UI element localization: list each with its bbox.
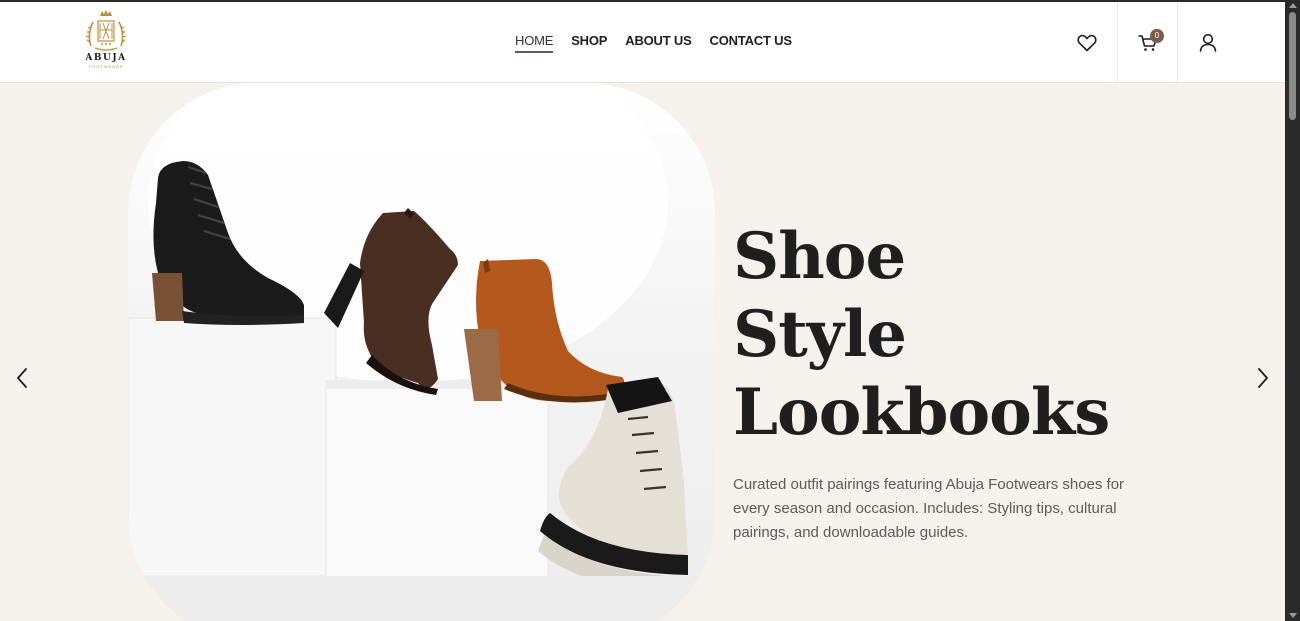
brand-logo[interactable]: ABUJA FOOTWEARS bbox=[76, 8, 136, 76]
scroll-thumb[interactable] bbox=[1289, 12, 1296, 120]
brand-tagline: FOOTWEARS bbox=[88, 64, 124, 69]
site-header: ABUJA FOOTWEARS HOME SHOP ABOUT US CONTA… bbox=[0, 2, 1285, 83]
hero-title-line: Style bbox=[733, 297, 907, 372]
hero-description: Curated outfit pairings featuring Abuja … bbox=[733, 476, 1125, 541]
scroll-down-arrow[interactable] bbox=[1289, 613, 1297, 618]
slider-prev-button[interactable] bbox=[10, 366, 34, 390]
header-actions: 0 bbox=[1057, 2, 1285, 83]
hero-title-line: Shoe bbox=[733, 219, 906, 294]
nav-item-shop[interactable]: SHOP bbox=[571, 33, 607, 53]
chevron-right-icon bbox=[1258, 368, 1268, 388]
main-nav: HOME SHOP ABOUT US CONTACT US bbox=[515, 33, 792, 53]
nav-item-about-us[interactable]: ABOUT US bbox=[625, 33, 691, 53]
heart-icon bbox=[1077, 34, 1097, 51]
hero-image-boots bbox=[128, 83, 715, 621]
account-button[interactable] bbox=[1177, 2, 1237, 83]
chevron-left-icon bbox=[17, 368, 27, 388]
brand-name: ABUJA bbox=[85, 53, 127, 63]
hero-title-line: Lookbooks bbox=[733, 375, 1110, 450]
slider-next-button[interactable] bbox=[1251, 366, 1275, 390]
logo-crest-icon bbox=[85, 10, 127, 51]
cream-boot bbox=[538, 377, 688, 593]
page: ABUJA FOOTWEARS HOME SHOP ABOUT US CONTA… bbox=[0, 0, 1285, 621]
scroll-up-arrow[interactable] bbox=[1289, 3, 1297, 8]
nav-item-home[interactable]: HOME bbox=[515, 33, 553, 53]
hero-slider: Shoe Style Lookbooks Curated outfit pair… bbox=[0, 83, 1285, 621]
user-icon bbox=[1199, 33, 1216, 52]
cart-count-badge: 0 bbox=[1150, 29, 1164, 43]
hero-title: Shoe Style Lookbooks bbox=[733, 218, 1110, 452]
page-scrollbar[interactable] bbox=[1285, 0, 1300, 621]
wishlist-button[interactable] bbox=[1057, 2, 1117, 83]
nav-item-contact-us[interactable]: CONTACT US bbox=[710, 33, 792, 53]
cart-button[interactable]: 0 bbox=[1117, 2, 1177, 83]
